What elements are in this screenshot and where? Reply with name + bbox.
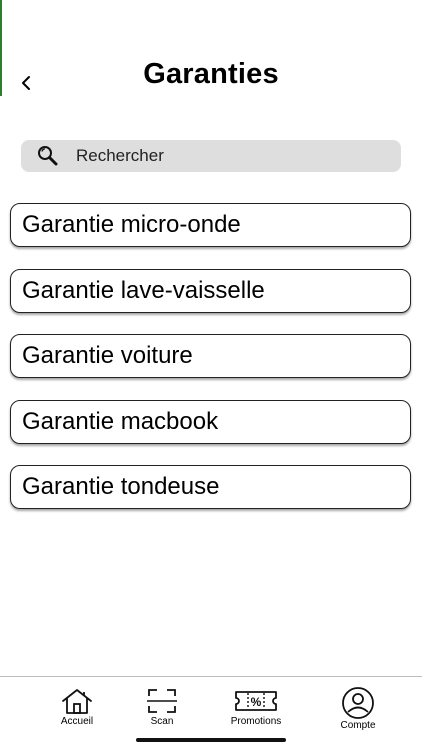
header: Garanties [0,0,422,110]
guarantee-item-lave-vaisselle[interactable]: Garantie lave-vaisselle [10,268,411,313]
home-indicator [136,738,286,742]
tab-promotions[interactable]: % Promotions [211,687,301,727]
account-icon [342,687,374,719]
scan-icon [147,689,177,713]
guarantee-item-label: Garantie voiture [22,342,193,369]
search-icon [38,146,58,166]
guarantee-item-tondeuse[interactable]: Garantie tondeuse [10,465,411,509]
guarantee-item-label: Garantie micro-onde [22,211,241,238]
svg-text:%: % [251,695,262,709]
tab-scan[interactable]: Scan [117,687,207,727]
guarantee-item-macbook[interactable]: Garantie macbook [10,399,411,444]
tab-accueil[interactable]: Accueil [32,687,122,727]
tab-label: Accueil [60,716,94,727]
search-bar[interactable] [21,140,401,172]
guarantee-list: Garantie micro-onde Garantie lave-vaisse… [10,203,411,531]
guarantee-item-micro-onde[interactable]: Garantie micro-onde [10,203,411,247]
promotion-ticket-icon: % [235,691,277,711]
home-icon [62,689,92,714]
tab-label: Scan [150,716,174,727]
search-input[interactable] [76,146,376,166]
guarantee-item-label: Garantie lave-vaisselle [22,276,265,304]
tab-compte[interactable]: Compte [313,687,403,731]
page-title: Garanties [143,58,279,90]
guarantee-item-voiture[interactable]: Garantie voiture [10,334,411,378]
guarantee-item-label: Garantie tondeuse [22,473,220,500]
guarantee-item-label: Garantie macbook [22,407,219,435]
tab-label: Promotions [230,716,282,727]
tab-label: Compte [340,720,376,731]
